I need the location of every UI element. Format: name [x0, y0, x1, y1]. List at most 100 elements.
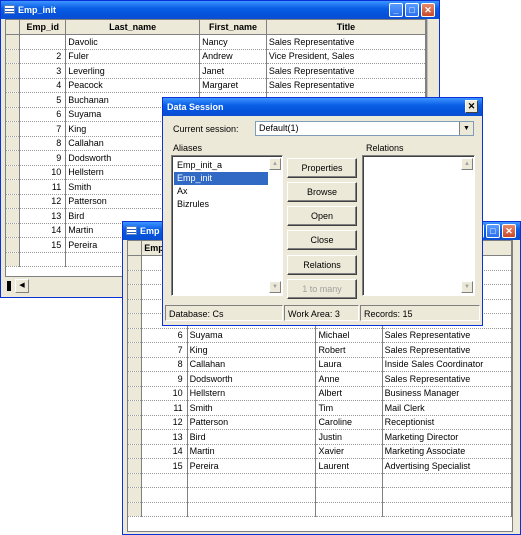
data-session-titlebar[interactable]: Data Session ✕ [163, 98, 482, 116]
aliases-list[interactable]: Emp_init_a Emp_init Ax Bizrules ▲ ▼ [171, 155, 283, 296]
table-cell[interactable]: Callahan [187, 357, 317, 372]
table-cell[interactable]: 7 [19, 121, 67, 137]
record-selector[interactable] [128, 458, 143, 474]
record-selector[interactable] [128, 371, 143, 387]
table-cell[interactable]: 15 [141, 458, 188, 474]
table-cell[interactable]: 9 [141, 371, 188, 387]
close-icon[interactable]: ✕ [421, 3, 435, 17]
current-session-dropdown[interactable]: Default(1) ▼ [255, 121, 474, 136]
maximize-icon[interactable]: □ [486, 224, 500, 238]
table-cell[interactable]: 12 [141, 415, 188, 430]
record-selector[interactable] [6, 78, 21, 93]
record-selector[interactable] [128, 342, 143, 358]
table-row[interactable]: 10 Hellstern Albert Business Manager [128, 386, 512, 401]
table-cell[interactable]: 6 [141, 328, 188, 343]
record-selector[interactable] [128, 386, 143, 401]
table-cell[interactable]: Tim [315, 400, 383, 416]
table-row[interactable]: Davolic Nancy Sales Representative [6, 34, 426, 50]
table-cell[interactable]: Sales Representative [266, 34, 426, 50]
table-cell[interactable]: 7 [141, 342, 188, 358]
record-selector[interactable] [128, 400, 143, 416]
record-selector[interactable] [6, 179, 21, 195]
table-row[interactable]: 11 Smith Tim Mail Clerk [128, 400, 512, 416]
table-cell[interactable]: Sales Representative [382, 342, 512, 358]
record-selector[interactable] [6, 208, 21, 224]
table-row[interactable]: 8 Callahan Laura Inside Sales Coordinator [128, 357, 512, 372]
record-selector[interactable] [128, 444, 143, 459]
table-row[interactable]: 12 Patterson Caroline Receptionist [128, 415, 512, 430]
scroll-up-icon[interactable]: ▲ [461, 158, 473, 170]
close-icon[interactable]: ✕ [465, 100, 478, 113]
table-cell[interactable] [19, 34, 67, 50]
table-cell[interactable]: Leverling [65, 63, 201, 79]
table-cell[interactable]: Janet [199, 63, 267, 79]
alias-item[interactable]: Emp_init_a [174, 159, 222, 172]
record-selector[interactable] [6, 165, 21, 180]
table-cell[interactable]: 13 [141, 429, 188, 445]
table-cell[interactable]: Smith [187, 400, 317, 416]
table-cell[interactable]: Suyama [187, 328, 317, 343]
scroll-down-icon[interactable]: ▼ [269, 281, 281, 293]
alias-item[interactable]: Bizrules [174, 198, 209, 211]
table-cell[interactable]: Caroline [315, 415, 383, 430]
record-selector[interactable] [128, 357, 143, 372]
table-cell[interactable]: 15 [19, 237, 67, 253]
record-selector[interactable] [128, 429, 143, 445]
scroll-up-icon[interactable]: ▲ [269, 158, 281, 170]
table-cell[interactable]: Sales Representative [266, 78, 426, 93]
table-row[interactable]: 2 Fuler Andrew Vice President, Sales [6, 49, 426, 64]
table-cell[interactable]: Inside Sales Coordinator [382, 357, 512, 372]
table-cell[interactable]: Bird [187, 429, 317, 445]
close-icon[interactable]: ✕ [502, 224, 516, 238]
record-selector[interactable] [128, 415, 143, 430]
record-selector[interactable] [128, 284, 143, 300]
table-cell[interactable]: Peacock [65, 78, 201, 93]
table-cell[interactable]: 4 [19, 78, 67, 93]
record-selector[interactable] [6, 150, 21, 166]
table-cell[interactable]: 10 [141, 386, 188, 401]
table-cell[interactable]: Fuler [65, 49, 201, 64]
table-cell[interactable]: 8 [19, 136, 67, 151]
scroll-down-icon[interactable]: ▼ [461, 281, 473, 293]
record-selector[interactable] [6, 63, 21, 79]
record-selector[interactable] [6, 49, 21, 64]
table-cell[interactable]: 5 [19, 92, 67, 108]
data-session-dialog[interactable]: Data Session ✕ Current session: Default(… [162, 97, 483, 326]
record-selector[interactable] [6, 136, 21, 151]
alias-item-selected[interactable]: Emp_init [174, 172, 268, 185]
table-cell[interactable]: Patterson [187, 415, 317, 430]
record-selector[interactable] [128, 255, 143, 271]
table-row[interactable]: 4 Peacock Margaret Sales Representative [6, 78, 426, 93]
table-cell[interactable]: 8 [141, 357, 188, 372]
alias-item[interactable]: Ax [174, 185, 188, 198]
one-to-many-button[interactable]: 1 to many [287, 279, 357, 299]
table-cell[interactable]: Robert [315, 342, 383, 358]
table-cell[interactable]: Sales Representative [382, 371, 512, 387]
table-cell[interactable]: Laurent [315, 458, 383, 474]
table-cell[interactable]: 14 [19, 223, 67, 238]
maximize-icon[interactable]: □ [405, 3, 419, 17]
split-bar[interactable] [7, 281, 11, 291]
table-cell[interactable]: Marketing Associate [382, 444, 512, 459]
table-cell[interactable]: King [187, 342, 317, 358]
table-cell[interactable]: Hellstern [187, 386, 317, 401]
table-cell[interactable]: Nancy [199, 34, 267, 50]
table-cell[interactable]: Michael [315, 328, 383, 343]
open-button[interactable]: Open [287, 206, 357, 226]
table-cell[interactable]: Xavier [315, 444, 383, 459]
table-cell[interactable]: 3 [19, 63, 67, 79]
table-cell[interactable]: Albert [315, 386, 383, 401]
relations-list[interactable]: ▲ ▼ [362, 155, 475, 296]
table-row[interactable]: 15 Pereira Laurent Advertising Specialist [128, 458, 512, 474]
table-cell[interactable]: 6 [19, 107, 67, 122]
record-selector[interactable] [6, 107, 21, 122]
table-row[interactable]: 7 King Robert Sales Representative [128, 342, 512, 358]
emp-init-titlebar[interactable]: Emp_init _ □ ✕ [1, 1, 439, 19]
minimize-icon[interactable]: _ [389, 3, 403, 17]
column-header[interactable]: Title [266, 20, 426, 35]
relations-button[interactable]: Relations [287, 255, 357, 275]
table-row[interactable]: 3 Leverling Janet Sales Representative [6, 63, 426, 79]
table-cell[interactable]: 10 [19, 165, 67, 180]
table-cell[interactable]: 11 [19, 179, 67, 195]
chevron-down-icon[interactable]: ▼ [459, 122, 473, 135]
